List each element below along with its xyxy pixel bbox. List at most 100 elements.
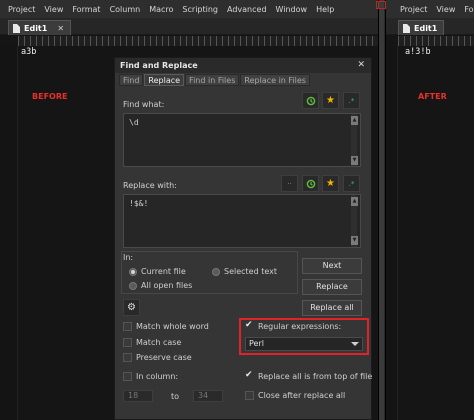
star-icon: ★ [326,178,335,189]
tab-strip: Edit1 ✕ [0,18,384,35]
next-button[interactable]: Next [302,258,362,274]
menu-project[interactable]: Project [400,5,427,14]
menu-view[interactable]: View [436,5,455,14]
after-label: AFTER [418,92,447,101]
tab-edit1[interactable]: Edit1 [398,20,445,35]
regex-icon: .* [348,96,355,105]
radio-indicator [129,267,137,276]
tab-find-in-files[interactable]: Find in Files [185,74,240,86]
radio-label: Selected text [224,267,278,276]
scroll-up-icon[interactable]: ▲ [351,116,358,125]
menu-format[interactable]: Format [72,5,100,14]
annotation-highlight-box [239,318,369,355]
radio-all-open-files[interactable]: All open files [129,281,192,290]
scroll-down-icon[interactable]: ▼ [351,236,358,245]
replace-regex-builder-button[interactable]: .* [343,175,360,192]
column-to-input[interactable]: 34 [193,390,223,402]
tab-replace[interactable]: Replace [144,74,185,86]
checkbox [245,391,254,400]
radio-indicator [129,281,137,290]
option-label: Replace all is from top of file [258,372,373,381]
right-editor-window: Project View Format Edit1 a!3!b AFTER [378,0,474,420]
menu-column[interactable]: Column [110,5,141,14]
match-case-option[interactable]: Match case [123,338,181,347]
tab-label: Edit1 [24,23,48,33]
scroll-down-icon[interactable]: ▼ [351,156,358,165]
replace-with-input[interactable]: !$&! [123,194,361,248]
regex-icon: .* [348,179,355,188]
menu-advanced[interactable]: Advanced [227,5,267,14]
vertical-scrollbar[interactable] [378,0,384,420]
menu-scripting[interactable]: Scripting [182,5,218,14]
options-gear-button[interactable]: ⚙ [123,299,140,316]
star-icon: ★ [326,95,335,106]
checkbox [123,322,132,331]
line-gutter [0,46,18,420]
checkbox [123,353,132,362]
replace-favorites-button[interactable]: ★ [322,175,339,192]
document-icon [13,23,20,33]
find-what-input[interactable]: \d [123,113,361,167]
checkbox-checked [245,370,254,381]
replace-all-from-top-option[interactable]: Replace all is from top of file [245,370,373,381]
ruler [18,36,384,46]
option-label: Match case [136,338,182,347]
editor-text[interactable]: a3b [21,47,36,57]
find-favorites-button[interactable]: ★ [322,92,339,109]
in-column-option[interactable]: In column: [123,372,178,381]
option-label: In column: [136,372,179,381]
editor-text[interactable]: a!3!b [405,47,431,57]
radio-label: All open files [141,281,193,290]
column-to-label: to [171,392,180,401]
scroll-up-icon[interactable]: ▲ [351,197,358,206]
window-close-box[interactable] [378,1,386,9]
document-icon [403,23,410,33]
radio-selected-text[interactable]: Selected text [212,267,277,276]
radio-label: Current file [141,267,186,276]
find-replace-dialog: Find and Replace ✕ Find Replace Find in … [114,57,372,420]
tab-replace-in-files[interactable]: Replace in Files [240,74,310,86]
checkbox [123,372,132,381]
tab-close-icon[interactable]: ✕ [57,24,64,33]
menu-format[interactable]: Format [464,5,474,14]
dialog-tabs: Find Replace Find in Files Replace in Fi… [119,74,311,86]
radio-current-file[interactable]: Current file [129,267,186,276]
replace-with-label: Replace with: [123,181,177,190]
dialog-title: Find and Replace [115,58,371,73]
find-history-button[interactable] [302,92,319,109]
menu-help[interactable]: Help [316,5,334,14]
tab-strip: Edit1 [386,18,474,35]
menu-macro[interactable]: Macro [149,5,173,14]
in-label: In: [123,253,134,262]
line-gutter [386,46,398,420]
checkbox [123,338,132,347]
menu-bar: Project View Format [386,0,474,18]
replace-button[interactable]: Replace [302,279,362,295]
menu-view[interactable]: View [44,5,63,14]
history-icon [306,179,315,188]
match-whole-word-option[interactable]: Match whole word [123,322,209,331]
before-label: BEFORE [32,92,68,101]
option-label: Close after replace all [258,391,346,400]
option-label: Match whole word [136,322,209,331]
tab-label: Edit1 [414,23,438,33]
gear-icon: ⚙ [127,302,136,313]
history-icon [306,96,315,105]
find-what-label: Find what: [123,100,165,109]
preserve-case-option[interactable]: Preserve case [123,353,192,362]
replace-history-button[interactable] [302,175,319,192]
close-after-replace-all-option[interactable]: Close after replace all [245,391,345,400]
dots-icon: ·· [287,179,292,188]
menu-project[interactable]: Project [8,5,35,14]
tab-edit1[interactable]: Edit1 ✕ [8,20,72,35]
menu-bar: Project View Format Column Macro Scripti… [0,0,384,18]
column-from-input[interactable]: 18 [123,390,153,402]
replace-all-button[interactable]: Replace all [302,300,362,316]
tab-find[interactable]: Find [119,74,144,86]
find-regex-builder-button[interactable]: .* [343,92,360,109]
replace-extra-button[interactable]: ·· [281,175,298,192]
dialog-close-icon[interactable]: ✕ [357,60,365,70]
menu-window[interactable]: Window [276,5,308,14]
ruler [398,36,474,46]
option-label: Preserve case [136,353,192,362]
